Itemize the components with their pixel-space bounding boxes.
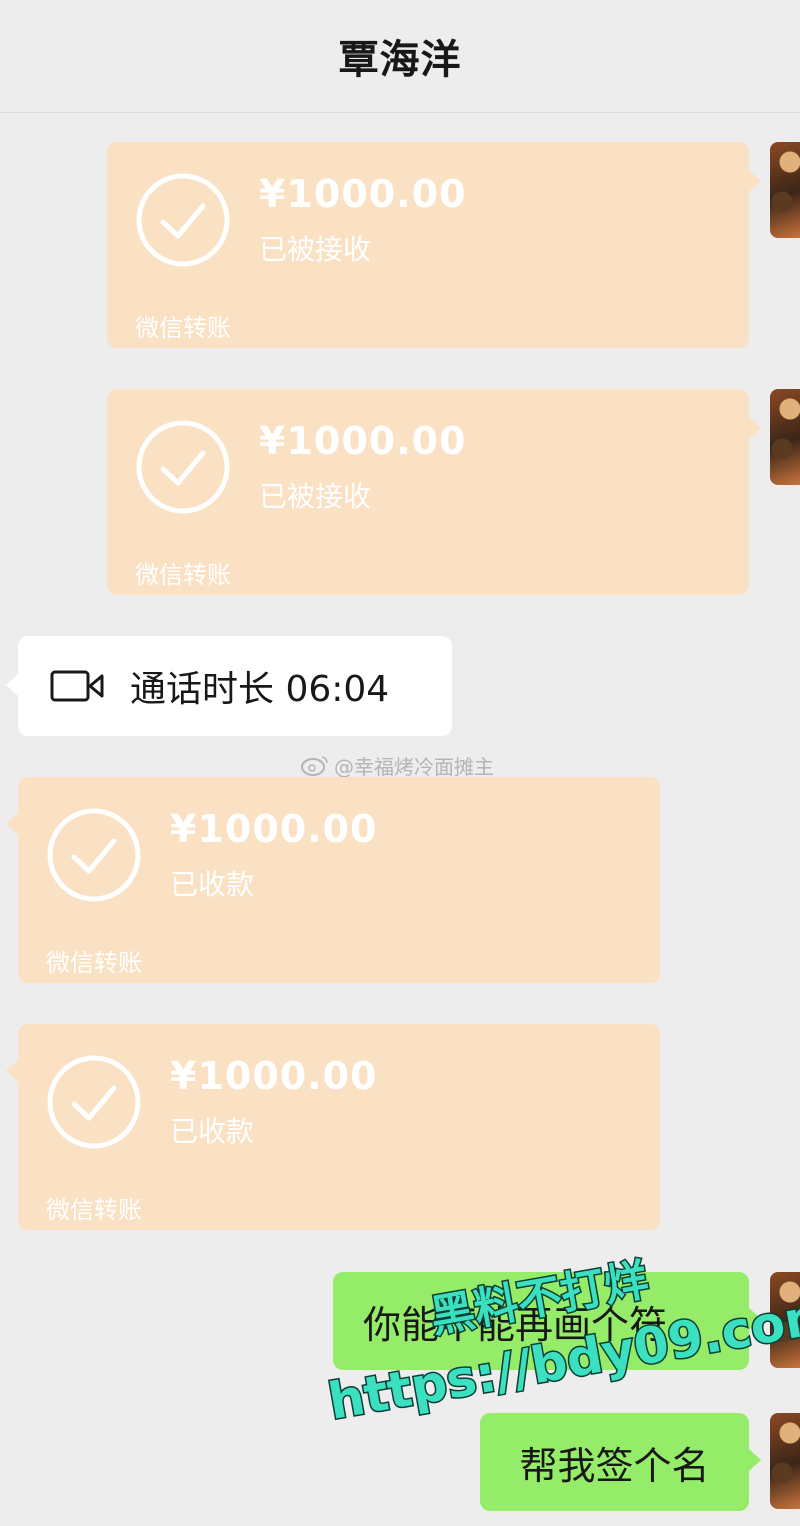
my-avatar[interactable]	[770, 1272, 800, 1368]
transfer-status: 已收款	[170, 1115, 255, 1148]
check-circle-icon	[47, 808, 141, 902]
transfer-card-received[interactable]: ¥1000.00 已收款 微信转账	[6, 1024, 660, 1230]
transfer-amount: ¥1000.00	[170, 807, 378, 851]
weibo-watermark-text: @幸福烤冷面摊主	[334, 754, 494, 779]
call-duration: 通话时长 06:04	[130, 669, 390, 710]
chat-header: 覃海洋	[0, 0, 800, 113]
transfer-label: 微信转账	[46, 949, 142, 977]
contact-name: 覃海洋	[338, 37, 462, 83]
video-call-icon	[50, 670, 104, 702]
transfer-card-sent[interactable]: ¥1000.00 已被接收 微信转账	[107, 389, 761, 595]
message-bubble-sent[interactable]: 你能不能再画个符	[333, 1272, 761, 1370]
transfer-status: 已被接收	[259, 233, 372, 266]
transfer-label: 微信转账	[46, 1196, 142, 1224]
transfer-card-received[interactable]: ¥1000.00 已收款 微信转账	[6, 777, 660, 983]
message-text: 你能不能再画个符	[363, 1302, 668, 1347]
weibo-watermark: @幸福烤冷面摊主	[300, 752, 494, 779]
my-avatar[interactable]	[770, 1413, 800, 1509]
transfer-label: 微信转账	[135, 314, 231, 342]
my-avatar[interactable]	[770, 389, 800, 485]
transfer-status: 已被接收	[259, 480, 372, 513]
transfer-amount: ¥1000.00	[259, 172, 467, 216]
video-call-record[interactable]: 通话时长 06:04	[6, 636, 452, 736]
transfer-amount: ¥1000.00	[170, 1054, 378, 1098]
my-avatar[interactable]	[770, 142, 800, 238]
transfer-status: 已收款	[170, 868, 255, 901]
transfer-label: 微信转账	[135, 561, 231, 589]
message-bubble-sent[interactable]: 帮我签个名	[480, 1413, 761, 1511]
check-circle-icon	[47, 1055, 141, 1149]
check-circle-icon	[136, 420, 230, 514]
transfer-card-sent[interactable]: ¥1000.00 已被接收 微信转账	[107, 142, 761, 348]
weibo-icon	[301, 756, 328, 776]
transfer-amount: ¥1000.00	[259, 419, 467, 463]
message-text: 帮我签个名	[519, 1443, 710, 1488]
check-circle-icon	[136, 173, 230, 267]
